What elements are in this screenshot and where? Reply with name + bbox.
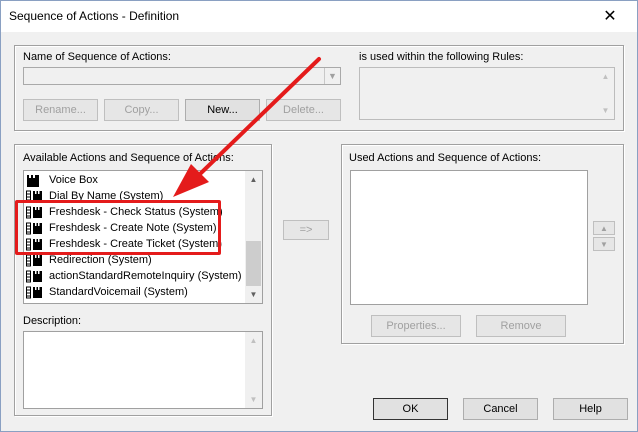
chevron-down-icon[interactable]: ▼ — [324, 68, 340, 84]
list-item-label: Redirection (System) — [49, 254, 152, 266]
list-item[interactable]: Dial By Name (System) — [26, 188, 163, 204]
cancel-button[interactable]: Cancel — [463, 398, 538, 420]
list-item[interactable]: Voice Box — [26, 172, 98, 188]
sequence-icon — [26, 189, 44, 203]
sequence-icon — [26, 237, 44, 251]
name-combobox[interactable]: ▼ — [23, 67, 341, 85]
used-within-label: is used within the following Rules: — [359, 51, 524, 63]
dialog-window: Sequence of Actions - Definition ✕ Name … — [0, 0, 638, 432]
move-down-icon[interactable]: ▼ — [593, 237, 615, 251]
move-up-icon[interactable]: ▲ — [593, 221, 615, 235]
window-title: Sequence of Actions - Definition — [9, 9, 180, 23]
description-label: Description: — [23, 315, 82, 327]
list-item-label: actionStandardRemoteInquiry (System) — [49, 270, 242, 282]
ok-button[interactable]: OK — [373, 398, 448, 420]
list-item[interactable]: Freshdesk - Create Ticket (System) — [26, 236, 222, 252]
list-item[interactable]: Freshdesk - Check Status (System) — [26, 204, 223, 220]
used-listbox[interactable] — [350, 170, 588, 305]
sequence-icon — [26, 253, 44, 267]
scroll-up-icon[interactable]: ▲ — [597, 68, 614, 85]
delete-button[interactable]: Delete... — [266, 99, 341, 121]
list-item[interactable]: StandardVoicemail (System) — [26, 284, 188, 300]
scroll-up-icon[interactable]: ▲ — [245, 332, 262, 349]
list-item[interactable]: Redirection (System) — [26, 252, 152, 268]
available-listbox[interactable]: Voice Box Dial By Name (System) Freshdesk … — [23, 170, 263, 304]
list-item-label: Dial By Name (System) — [49, 190, 164, 202]
rules-listbox[interactable]: ▲ ▼ — [359, 67, 615, 120]
voice-box-icon — [26, 173, 44, 187]
scroll-down-icon[interactable]: ▼ — [597, 102, 614, 119]
scroll-thumb[interactable] — [246, 241, 261, 286]
name-label: Name of Sequence of Actions: — [23, 51, 171, 63]
scroll-up-icon[interactable]: ▲ — [245, 171, 262, 188]
description-textarea[interactable]: ▲ ▼ — [23, 331, 263, 409]
available-scrollbar[interactable]: ▲ ▼ — [245, 171, 262, 303]
list-item-label: Freshdesk - Check Status (System) — [49, 206, 223, 218]
list-item[interactable]: Freshdesk - Create Note (System) — [26, 220, 217, 236]
rename-button[interactable]: Rename... — [23, 99, 98, 121]
properties-button[interactable]: Properties... — [371, 315, 461, 337]
new-button[interactable]: New... — [185, 99, 260, 121]
copy-button[interactable]: Copy... — [104, 99, 179, 121]
list-item-label: Freshdesk - Create Ticket (System) — [49, 238, 222, 250]
list-item-label: StandardVoicemail (System) — [49, 286, 188, 298]
list-item-label: Voice Box — [49, 174, 98, 186]
help-button[interactable]: Help — [553, 398, 628, 420]
title-bar: Sequence of Actions - Definition ✕ — [1, 1, 637, 32]
list-item[interactable]: actionStandardRemoteInquiry (System) — [26, 268, 242, 284]
close-button[interactable]: ✕ — [587, 1, 633, 31]
used-label: Used Actions and Sequence of Actions: — [349, 152, 542, 164]
available-label: Available Actions and Sequence of Action… — [23, 152, 234, 164]
list-item-label: Freshdesk - Create Note (System) — [49, 222, 217, 234]
add-action-button[interactable]: => — [283, 220, 329, 240]
sequence-icon — [26, 285, 44, 299]
sequence-icon — [26, 269, 44, 283]
remove-button[interactable]: Remove — [476, 315, 566, 337]
sequence-icon — [26, 221, 44, 235]
sequence-icon — [26, 205, 44, 219]
scroll-down-icon[interactable]: ▼ — [245, 286, 262, 303]
scroll-down-icon[interactable]: ▼ — [245, 391, 262, 408]
rules-scrollbar[interactable]: ▲ ▼ — [597, 68, 614, 119]
description-scrollbar[interactable]: ▲ ▼ — [245, 332, 262, 408]
